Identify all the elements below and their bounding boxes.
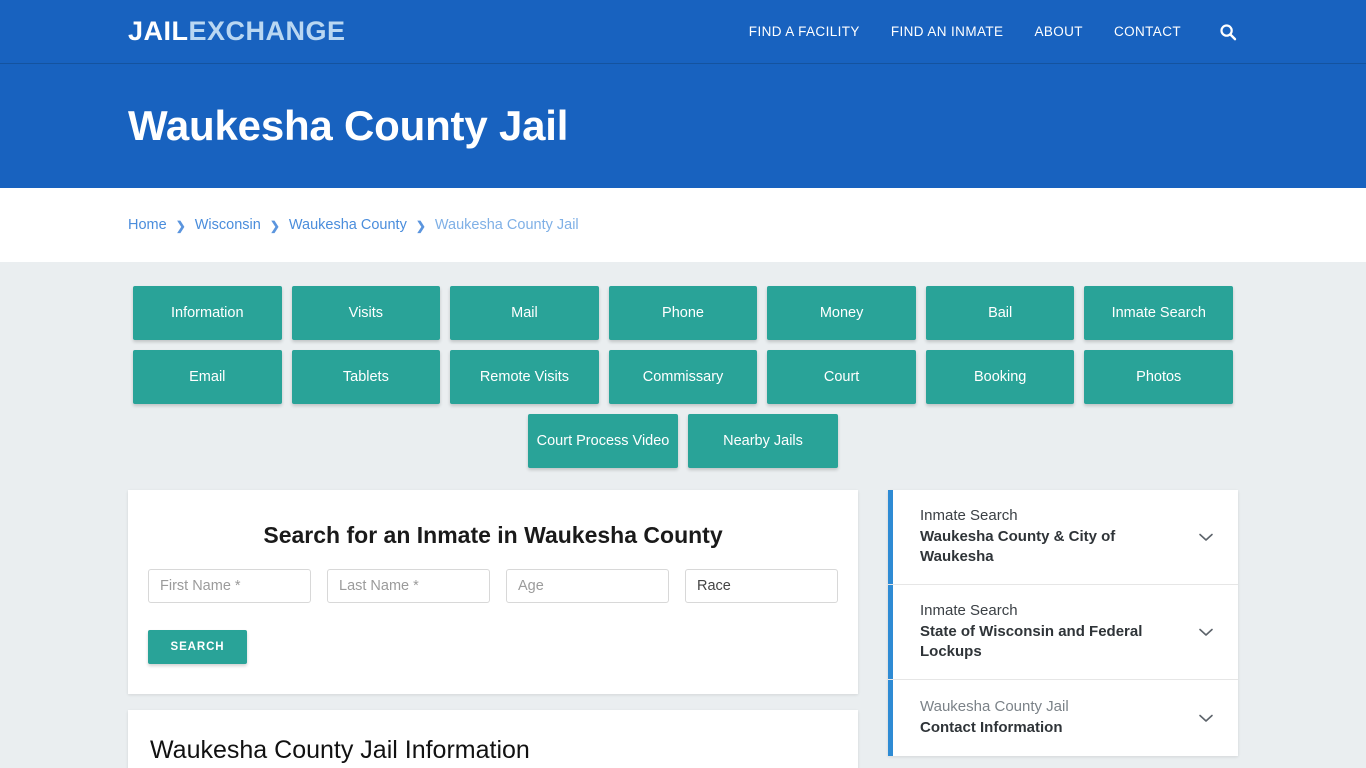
quick-link-remote-visits[interactable]: Remote Visits xyxy=(450,350,599,404)
logo-text-secondary: EXCHANGE xyxy=(188,16,346,46)
breadcrumb-item-current[interactable]: Waukesha County Jail xyxy=(435,217,579,233)
accordion-item-line1: Inmate Search xyxy=(920,602,1018,620)
content-columns: Search for an Inmate in Waukesha County … xyxy=(128,490,1238,768)
quick-link-commissary[interactable]: Commissary xyxy=(608,350,758,404)
accordion-item-inmate-search-state[interactable]: Inmate Search State of Wisconsin and Fed… xyxy=(888,585,1238,681)
age-input[interactable] xyxy=(506,569,669,603)
accordion-item-inmate-search-county[interactable]: Inmate Search Waukesha County & City of … xyxy=(888,490,1238,586)
quick-link-visits[interactable]: Visits xyxy=(291,286,441,340)
accordion-item-text: Waukesha County Jail Contact Information xyxy=(920,697,1188,738)
inmate-search-card: Search for an Inmate in Waukesha County … xyxy=(128,490,858,694)
accordion-item-line2: State of Wisconsin and Federal Lockups xyxy=(920,622,1143,661)
sidebar-accordion: Inmate Search Waukesha County & City of … xyxy=(888,490,1238,757)
inmate-search-fields: Race xyxy=(146,569,840,603)
nav-item-find-an-inmate[interactable]: FIND AN INMATE xyxy=(891,24,1004,39)
quick-link-court-process-video[interactable]: Court Process Video xyxy=(528,414,678,468)
accordion-item-line2: Contact Information xyxy=(920,719,1063,737)
accordion-item-line1: Waukesha County Jail xyxy=(920,698,1069,716)
page-hero: Waukesha County Jail xyxy=(0,64,1366,188)
quick-links-row-3: Court Process Video Nearby Jails xyxy=(133,414,1233,468)
site-header: JAILEXCHANGE FIND A FACILITY FIND AN INM… xyxy=(0,0,1366,64)
chevron-down-icon[interactable] xyxy=(1196,622,1216,642)
quick-link-money[interactable]: Money xyxy=(767,286,916,340)
accordion-item-text: Inmate Search Waukesha County & City of … xyxy=(920,506,1188,568)
accordion-item-text: Inmate Search State of Wisconsin and Fed… xyxy=(920,601,1188,663)
main-navigation: FIND A FACILITY FIND AN INMATE ABOUT CON… xyxy=(749,22,1238,42)
page-body: Information Visits Mail Phone Money Bail… xyxy=(0,262,1366,768)
logo-text-primary: JAIL xyxy=(128,16,189,46)
quick-link-inmate-search[interactable]: Inmate Search xyxy=(1084,286,1234,340)
quick-link-email[interactable]: Email xyxy=(132,350,282,404)
quick-links-grid: Information Visits Mail Phone Money Bail… xyxy=(132,286,1234,468)
quick-link-bail[interactable]: Bail xyxy=(925,286,1075,340)
breadcrumb-item-waukesha-county[interactable]: Waukesha County xyxy=(289,217,407,233)
first-name-input[interactable] xyxy=(148,569,311,603)
jail-information-heading: Waukesha County Jail Information xyxy=(150,736,530,764)
quick-link-booking[interactable]: Booking xyxy=(925,350,1075,404)
quick-link-phone[interactable]: Phone xyxy=(608,286,758,340)
quick-link-tablets[interactable]: Tablets xyxy=(291,350,441,404)
breadcrumb-item-home[interactable]: Home xyxy=(128,217,167,233)
left-column: Search for an Inmate in Waukesha County … xyxy=(128,490,858,768)
breadcrumb-separator-icon: ❯ xyxy=(415,219,426,233)
quick-link-mail[interactable]: Mail xyxy=(450,286,599,340)
breadcrumb-separator-icon: ❯ xyxy=(175,219,186,233)
page-title: Waukesha County Jail xyxy=(128,102,569,149)
quick-link-photos[interactable]: Photos xyxy=(1084,350,1234,404)
accordion-item-line1: Inmate Search xyxy=(920,507,1018,524)
chevron-down-icon[interactable] xyxy=(1196,708,1216,728)
quick-link-court[interactable]: Court xyxy=(767,350,916,404)
right-column: Inmate Search Waukesha County & City of … xyxy=(888,490,1238,757)
quick-link-information[interactable]: Information xyxy=(132,286,282,340)
nav-item-find-a-facility[interactable]: FIND A FACILITY xyxy=(749,24,860,39)
accordion-item-line2: Waukesha County & City of Waukesha xyxy=(920,527,1116,566)
quick-link-nearby-jails[interactable]: Nearby Jails xyxy=(688,414,838,468)
quick-links-row-2: Email Tablets Remote Visits Commissary C… xyxy=(132,350,1234,404)
accordion-item-contact-information[interactable]: Waukesha County Jail Contact Information xyxy=(888,680,1238,757)
last-name-input[interactable] xyxy=(327,569,490,603)
chevron-down-icon[interactable] xyxy=(1196,527,1216,547)
breadcrumb-separator-icon: ❯ xyxy=(269,219,280,233)
race-select[interactable]: Race xyxy=(685,569,838,603)
inmate-search-title: Search for an Inmate in Waukesha County xyxy=(263,522,723,548)
search-submit-button[interactable]: SEARCH xyxy=(148,630,247,664)
search-icon[interactable] xyxy=(1218,22,1238,42)
nav-item-contact[interactable]: CONTACT xyxy=(1114,24,1181,39)
breadcrumb: Home ❯ Wisconsin ❯ Waukesha County ❯ Wau… xyxy=(128,217,579,233)
quick-links-row-1: Information Visits Mail Phone Money Bail… xyxy=(132,286,1234,340)
site-logo[interactable]: JAILEXCHANGE xyxy=(128,18,346,45)
breadcrumb-bar: Home ❯ Wisconsin ❯ Waukesha County ❯ Wau… xyxy=(0,188,1366,262)
nav-item-about[interactable]: ABOUT xyxy=(1034,24,1083,39)
jail-information-card: Waukesha County Jail Information xyxy=(128,710,858,768)
breadcrumb-item-wisconsin[interactable]: Wisconsin xyxy=(195,217,261,233)
